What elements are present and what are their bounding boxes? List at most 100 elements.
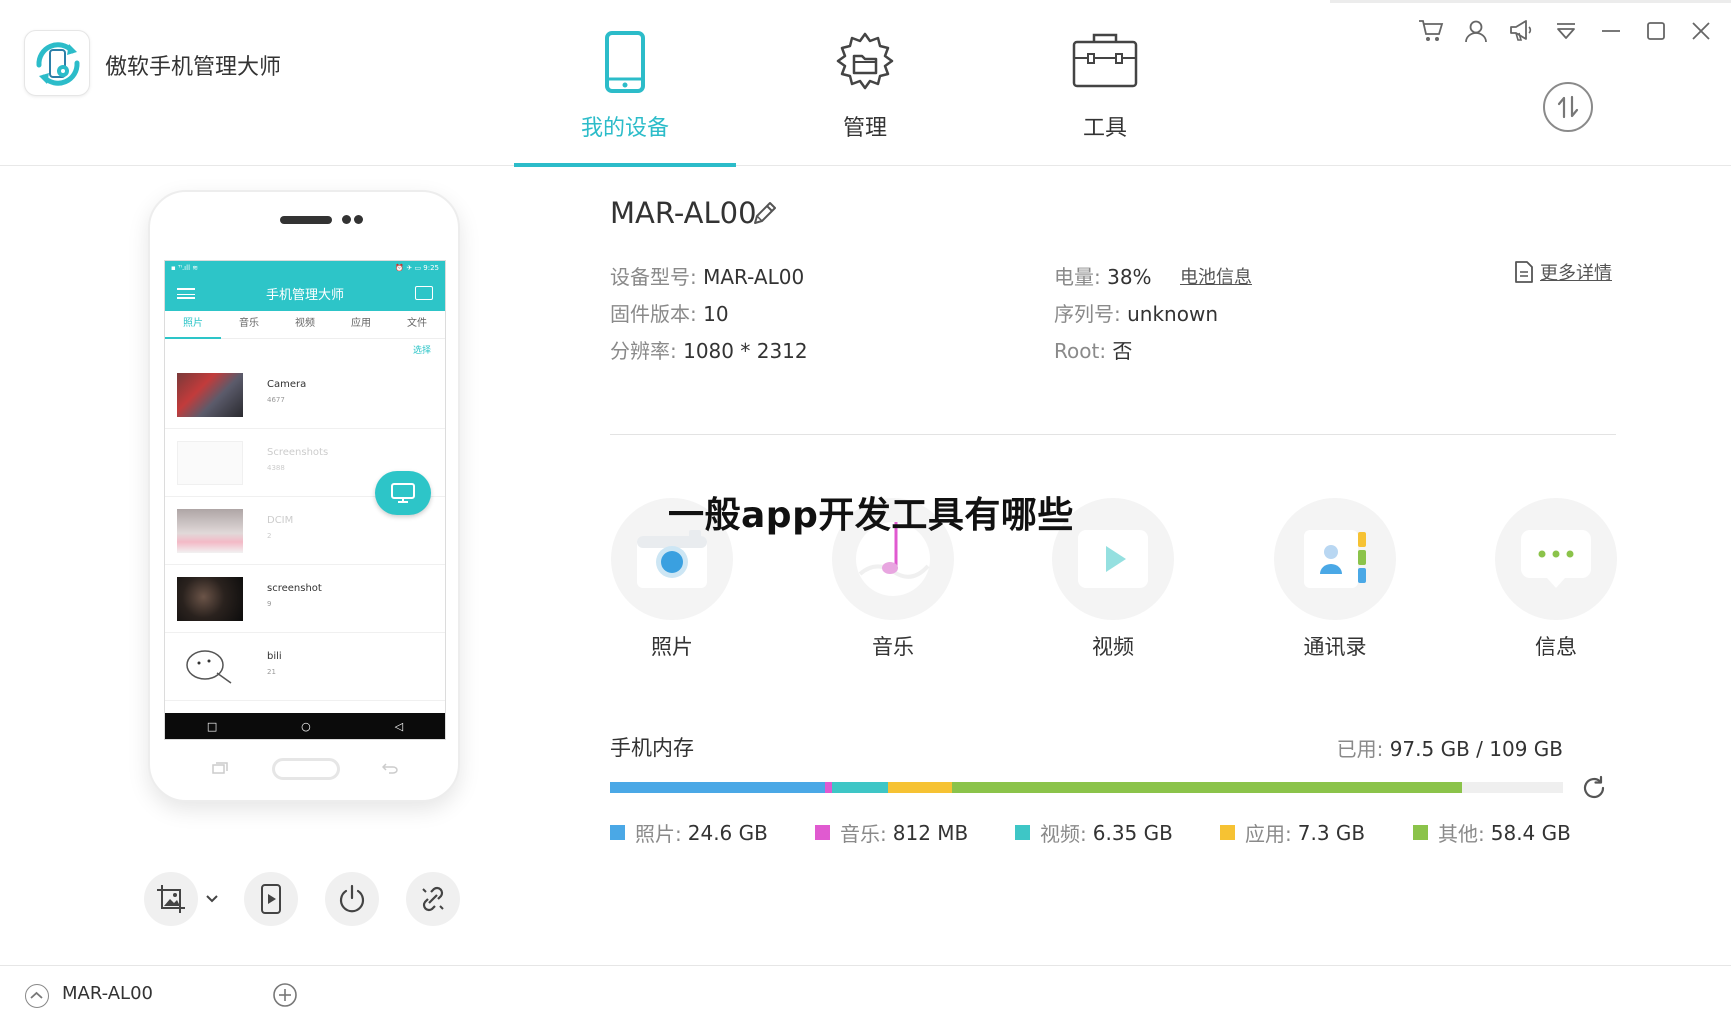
album-thumbnail — [177, 373, 243, 417]
screen-record-button[interactable] — [244, 872, 298, 926]
tab-manage[interactable]: 管理 — [754, 0, 976, 166]
disconnect-button[interactable] — [406, 872, 460, 926]
phone-tab-video: 视频 — [295, 318, 315, 329]
legend-swatch — [1220, 825, 1235, 840]
album-name: Camera — [267, 379, 307, 390]
power-button[interactable] — [325, 872, 379, 926]
album-name: bili — [267, 651, 282, 662]
storage-used: 已用: 97.5 GB / 109 GB — [1337, 733, 1563, 762]
edit-pencil-icon[interactable] — [751, 201, 777, 227]
refresh-icon[interactable] — [1580, 774, 1608, 802]
power-icon — [339, 884, 365, 913]
resolution-value: 1080 * 2312 — [683, 339, 808, 363]
tab-tools[interactable]: 工具 — [994, 0, 1216, 166]
album-thumbnail — [177, 441, 243, 485]
app-title: 傲软手机管理大师 — [105, 55, 282, 80]
recent-apps-icon — [212, 762, 228, 774]
phone-sync-gear-icon — [36, 42, 80, 86]
category-contacts[interactable]: 通讯录 — [1274, 498, 1396, 659]
category-messages[interactable]: 信息 — [1495, 498, 1617, 659]
phone-tabs: 照片 音乐 视频 应用 文件 — [165, 311, 445, 339]
phone-status-bar: ▪ ᵀᴵ.ıll ≋ ⏰ ✈ ▭ 9:25 — [165, 261, 445, 275]
overlay-title: 一般app开发工具有哪些 — [668, 495, 1074, 536]
storage-segment-0 — [610, 782, 826, 793]
phone-sensor — [342, 215, 351, 224]
dropdown-menu-icon[interactable] — [1550, 16, 1582, 46]
add-device-button[interactable] — [272, 982, 298, 1008]
more-details-button[interactable]: 更多详情 — [1514, 259, 1612, 285]
home-button — [272, 758, 340, 780]
section-divider — [610, 434, 1616, 435]
root-status: Root: 否 — [1054, 335, 1132, 364]
storage-used-value: 97.5 GB / 109 GB — [1389, 737, 1563, 761]
album-name: screenshot — [267, 583, 322, 594]
resolution-label: 分辨率: — [610, 339, 677, 363]
square-nav-icon: □ — [206, 719, 218, 733]
album-thumbnail — [177, 577, 243, 621]
legend-other-value: 58.4 GB — [1490, 820, 1571, 845]
album-count: 21 — [267, 668, 276, 676]
legend-music-label: 音乐: — [840, 822, 887, 846]
album-name: Screenshots — [267, 447, 329, 458]
phone-mockup: ▪ ᵀᴵ.ıll ≋ ⏰ ✈ ▭ 9:25 手机管理大师 照片 音乐 视频 应用… — [148, 190, 460, 802]
user-icon[interactable] — [1460, 16, 1492, 46]
serial-number: 序列号: unknown — [1054, 298, 1218, 327]
storage-segment-4 — [951, 782, 1463, 793]
phone-screen[interactable]: ▪ ᵀᴵ.ıll ≋ ⏰ ✈ ▭ 9:25 手机管理大师 照片 音乐 视频 应用… — [164, 260, 446, 740]
category-music-label: 音乐 — [872, 635, 914, 659]
list-item: Camera 4677 — [165, 361, 445, 429]
storage-used-label: 已用: — [1336, 737, 1384, 761]
legend-photos: 照片: 24.6 GB — [610, 818, 768, 847]
firmware-label: 固件版本: — [610, 302, 697, 326]
top-bar: 傲软手机管理大师 我的设备 管理 工具 — [0, 0, 1731, 167]
legend-music: 音乐: 812 MB — [815, 818, 968, 847]
battery-info-link[interactable]: 电池信息 — [1180, 263, 1252, 289]
phone-app-header: 手机管理大师 — [165, 275, 445, 311]
album-thumbnail — [177, 509, 243, 553]
legend-swatch — [1413, 825, 1428, 840]
document-icon — [1515, 261, 1533, 283]
legend-swatch — [610, 825, 625, 840]
tab-my-device-label: 我的设备 — [580, 116, 669, 141]
firmware-value: 10 — [703, 302, 729, 326]
phone-tab-files: 文件 — [407, 318, 427, 329]
device-model-label: 设备型号: — [610, 265, 697, 289]
root-label: Root: — [1054, 339, 1107, 363]
storage-segment-1 — [825, 782, 833, 793]
screenshot-crop-icon — [157, 885, 185, 913]
screenshot-button[interactable] — [144, 872, 198, 926]
minimize-icon[interactable] — [1595, 16, 1627, 46]
serial-value: unknown — [1127, 302, 1218, 326]
cart-icon[interactable] — [1415, 16, 1447, 46]
screen-record-icon — [261, 884, 281, 914]
tab-my-device[interactable]: 我的设备 — [514, 0, 736, 167]
title-bar-edge — [1330, 0, 1731, 3]
phone-nav-bar: □ ○ ◁ — [165, 713, 445, 739]
app-logo — [24, 30, 90, 96]
category-messages-circle — [1495, 498, 1617, 620]
footer-device-name[interactable]: MAR-AL00 — [62, 983, 153, 1004]
storage-bar — [610, 782, 1563, 793]
video-play-icon — [1078, 530, 1148, 588]
tab-manage-label: 管理 — [842, 116, 887, 141]
transfer-button[interactable] — [1543, 82, 1593, 132]
root-value: 否 — [1112, 339, 1133, 363]
megaphone-icon[interactable] — [1505, 16, 1537, 46]
device-model: 设备型号: MAR-AL00 — [610, 261, 804, 290]
storage-title: 手机内存 — [610, 736, 694, 760]
legend-photos-label: 照片: — [635, 822, 682, 846]
battery-label: 电量: — [1054, 265, 1101, 289]
legend-video-label: 视频: — [1040, 822, 1087, 846]
plus-circle-icon — [273, 983, 297, 1007]
screenshot-dropdown-chevron-icon[interactable] — [204, 890, 220, 906]
legend-music-value: 812 MB — [892, 820, 969, 845]
message-bubble-icon — [1521, 530, 1591, 588]
mirror-screen-button[interactable] — [375, 471, 431, 515]
back-arrow-icon — [382, 763, 398, 774]
list-item: screenshot 9 — [165, 565, 445, 633]
device-name: MAR-AL00 — [610, 196, 757, 230]
legend-apps: 应用: 7.3 GB — [1220, 818, 1365, 847]
maximize-icon[interactable] — [1640, 16, 1672, 46]
close-icon[interactable] — [1685, 16, 1717, 46]
device-list-toggle[interactable] — [25, 984, 49, 1008]
